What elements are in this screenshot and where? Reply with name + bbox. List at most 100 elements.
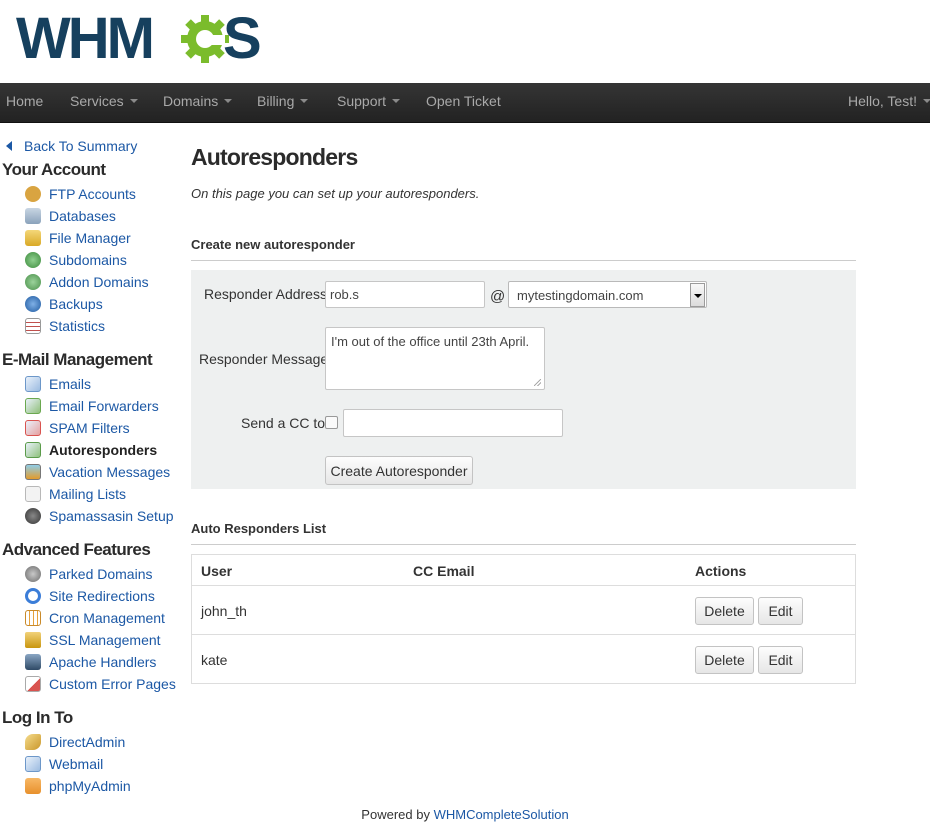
file-manager-icon bbox=[25, 229, 41, 246]
subdomains-icon bbox=[25, 251, 41, 268]
create-autoresponder-button[interactable]: Create Autoresponder bbox=[325, 456, 473, 485]
create-section-title: Create new autoresponder bbox=[191, 237, 856, 261]
svg-text:WHM: WHM bbox=[16, 6, 152, 66]
sidebar-item-label: Email Forwarders bbox=[49, 398, 159, 414]
responder-message-textarea[interactable]: I'm out of the office until 23th April. bbox=[325, 327, 545, 390]
nav-open-ticket[interactable]: Open Ticket bbox=[426, 83, 501, 123]
nav-open-ticket-label: Open Ticket bbox=[426, 93, 501, 109]
sidebar-item-label: File Manager bbox=[49, 230, 131, 246]
sidebar-item-ftp-accounts[interactable]: FTP Accounts bbox=[25, 184, 136, 204]
send-cc-checkbox[interactable] bbox=[325, 416, 338, 429]
sidebar-item-autoresponders[interactable]: Autoresponders bbox=[25, 440, 157, 460]
sidebar-item-file-manager[interactable]: File Manager bbox=[25, 228, 131, 248]
responder-message-label: Responder Message bbox=[199, 351, 329, 367]
sidebar-item-parked-domains[interactable]: Parked Domains bbox=[25, 564, 153, 584]
nav-user-menu[interactable]: Hello, Test! bbox=[848, 83, 930, 123]
nav-domains-label: Domains bbox=[163, 93, 219, 109]
at-sign: @ bbox=[490, 288, 506, 305]
sidebar-item-label: Site Redirections bbox=[49, 588, 155, 604]
delete-button[interactable]: Delete bbox=[695, 646, 754, 674]
sidebar-item-backups[interactable]: Backups bbox=[25, 294, 103, 314]
sidebar-item-directadmin[interactable]: DirectAdmin bbox=[25, 732, 125, 752]
nav-services[interactable]: Services bbox=[70, 83, 138, 123]
nav-domains[interactable]: Domains bbox=[163, 83, 233, 123]
webmail-icon bbox=[25, 755, 41, 772]
nav-services-label: Services bbox=[70, 93, 124, 109]
mailing-lists-icon bbox=[25, 485, 41, 502]
sidebar-item-label: Spamassasin Setup bbox=[49, 508, 174, 524]
sidebar-item-email-forwarders[interactable]: Email Forwarders bbox=[25, 396, 159, 416]
nav-billing[interactable]: Billing bbox=[257, 83, 309, 123]
sidebar-item-label: Webmail bbox=[49, 756, 104, 772]
sidebar-item-label: SPAM Filters bbox=[49, 420, 130, 436]
lock-icon bbox=[25, 631, 41, 648]
sidebar-item-label: DirectAdmin bbox=[49, 734, 126, 750]
sidebar-item-label: Autoresponders bbox=[49, 442, 158, 458]
back-to-summary-label: Back To Summary bbox=[24, 138, 138, 154]
vacation-messages-icon bbox=[25, 463, 41, 480]
whmcs-logo[interactable]: WHM S bbox=[16, 6, 266, 66]
responder-address-input[interactable] bbox=[325, 281, 485, 308]
custom-error-pages-icon bbox=[25, 675, 41, 692]
chevron-down-icon bbox=[392, 99, 401, 104]
sidebar-item-spam-filters[interactable]: SPAM Filters bbox=[25, 418, 130, 438]
nav-support-label: Support bbox=[337, 93, 387, 109]
responder-message-value: I'm out of the office until 23th April. bbox=[331, 334, 530, 349]
sidebar-item-ssl-management[interactable]: SSL Management bbox=[25, 630, 161, 650]
sidebar-item-label: Backups bbox=[49, 296, 103, 312]
footer: Powered by WHMCompleteSolution bbox=[0, 807, 930, 822]
responder-address-label: Responder Address bbox=[204, 286, 327, 302]
delete-button[interactable]: Delete bbox=[695, 597, 754, 625]
footer-prefix: Powered by bbox=[361, 807, 430, 822]
resize-grip-icon[interactable] bbox=[534, 379, 541, 386]
sidebar-item-subdomains[interactable]: Subdomains bbox=[25, 250, 127, 270]
backups-icon bbox=[25, 295, 41, 312]
sidebar-item-phpmyadmin[interactable]: phpMyAdmin bbox=[25, 776, 131, 796]
chevron-down-icon bbox=[300, 99, 309, 104]
sidebar-item-label: Emails bbox=[49, 376, 92, 392]
nav-user-label: Hello, Test! bbox=[848, 93, 917, 109]
sidebar-item-vacation-messages[interactable]: Vacation Messages bbox=[25, 462, 170, 482]
sidebar-item-label: Cron Management bbox=[49, 610, 165, 626]
spam-filters-icon bbox=[25, 419, 41, 436]
sidebar-item-spamassasin-setup[interactable]: Spamassasin Setup bbox=[25, 506, 174, 526]
sidebar-item-apache-handlers[interactable]: Apache Handlers bbox=[25, 652, 156, 672]
domain-select[interactable]: mytestingdomain.com bbox=[508, 281, 707, 308]
back-to-summary-link[interactable]: Back To Summary bbox=[6, 138, 137, 154]
back-arrow-icon bbox=[6, 140, 12, 151]
sidebar-item-label: SSL Management bbox=[49, 632, 161, 648]
domain-select-value: mytestingdomain.com bbox=[517, 288, 644, 303]
sidebar-item-site-redirections[interactable]: Site Redirections bbox=[25, 586, 155, 606]
sidebar-item-label: Parked Domains bbox=[49, 566, 153, 582]
addon-domains-icon bbox=[25, 273, 41, 290]
nav-home[interactable]: Home bbox=[6, 83, 43, 123]
sidebar-item-mailing-lists[interactable]: Mailing Lists bbox=[25, 484, 126, 504]
nav-support[interactable]: Support bbox=[337, 83, 401, 123]
row-user: john_th bbox=[201, 603, 247, 619]
select-arrow-icon bbox=[690, 283, 705, 307]
sidebar-heading-log-in-to: Log In To bbox=[2, 708, 73, 727]
apache-handlers-icon bbox=[25, 653, 41, 670]
email-forwarders-icon bbox=[25, 397, 41, 414]
row-user: kate bbox=[201, 652, 228, 668]
column-header-actions: Actions bbox=[695, 563, 747, 579]
edit-button[interactable]: Edit bbox=[758, 646, 803, 674]
row-divider bbox=[192, 634, 855, 635]
sidebar-item-webmail[interactable]: Webmail bbox=[25, 754, 103, 774]
emails-icon bbox=[25, 375, 41, 392]
sidebar-item-databases[interactable]: Databases bbox=[25, 206, 116, 226]
edit-button[interactable]: Edit bbox=[758, 597, 803, 625]
cc-email-input[interactable] bbox=[343, 409, 563, 437]
sidebar-item-cron-management[interactable]: Cron Management bbox=[25, 608, 165, 628]
sidebar-item-emails[interactable]: Emails bbox=[25, 374, 91, 394]
sidebar-heading-your-account: Your Account bbox=[2, 160, 106, 179]
page-intro: On this page you can set up your autores… bbox=[191, 186, 480, 201]
sidebar-item-label: Custom Error Pages bbox=[49, 676, 176, 692]
autoresponders-icon bbox=[25, 441, 41, 458]
whmcs-logo-graphic: WHM S bbox=[16, 6, 262, 66]
sidebar-item-custom-error-pages[interactable]: Custom Error Pages bbox=[25, 674, 176, 694]
nav-billing-label: Billing bbox=[257, 93, 295, 109]
sidebar-item-statistics[interactable]: Statistics bbox=[25, 316, 105, 336]
sidebar-item-addon-domains[interactable]: Addon Domains bbox=[25, 272, 149, 292]
footer-link[interactable]: WHMCompleteSolution bbox=[434, 807, 569, 822]
